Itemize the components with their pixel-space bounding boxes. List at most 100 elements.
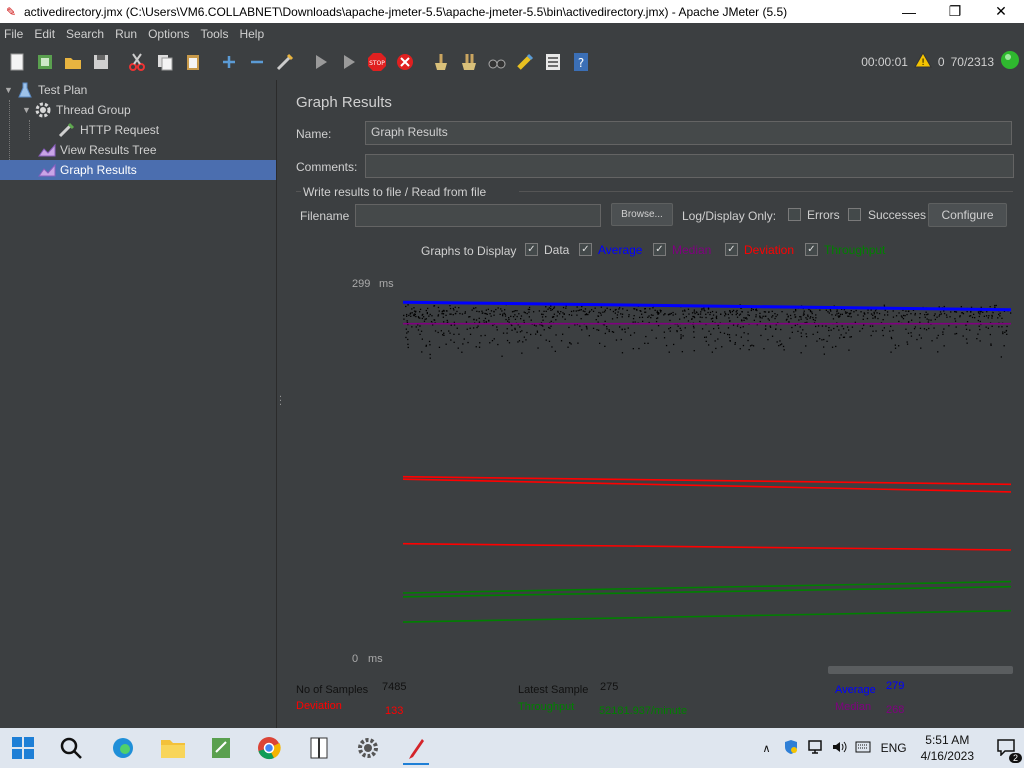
data-point [545,306,547,308]
copy-icon[interactable] [154,51,176,73]
menu-tools[interactable]: Tools [196,27,232,41]
collapse-arrow-icon[interactable]: ▼ [4,85,16,95]
menu-run[interactable]: Run [111,27,141,41]
data-point [808,308,810,311]
help-icon[interactable]: ? [570,51,592,73]
keyboard-icon[interactable] [855,741,871,756]
new-icon[interactable] [6,51,28,73]
settings-icon[interactable] [355,735,381,761]
search-icon[interactable] [486,51,508,73]
data-point [815,314,817,316]
data-point [954,333,956,335]
data-point [424,318,426,320]
comments-field[interactable] [365,154,1014,178]
notifications-icon[interactable]: 2 [996,738,1022,763]
shutdown-icon[interactable] [394,51,416,73]
toggle-icon[interactable] [274,51,296,73]
average-checkbox[interactable]: ✓ [579,243,592,256]
notepad-icon[interactable] [208,735,234,761]
data-point [809,317,811,319]
volume-icon[interactable] [831,739,847,758]
data-point [483,320,485,322]
data-point [540,334,542,336]
menu-file[interactable]: File [0,27,27,41]
data-point [712,314,715,316]
data-point [486,313,488,315]
edge-icon[interactable] [110,735,136,761]
tree-item-view-results-tree[interactable]: View Results Tree [38,140,276,160]
save-icon[interactable] [90,51,112,73]
function-helper-icon[interactable] [542,51,564,73]
collapse-arrow-icon[interactable]: ▼ [22,105,34,115]
data-point [501,310,503,312]
expand-icon[interactable] [218,51,240,73]
configure-button[interactable]: Configure [928,203,1007,227]
data-point [555,334,557,336]
data-point [427,307,429,310]
name-field[interactable]: Graph Results [365,121,1012,145]
menu-help[interactable]: Help [235,27,268,41]
start-no-pauses-icon[interactable] [338,51,360,73]
graph-scrollbar[interactable] [828,666,1013,674]
data-point [842,336,845,338]
data-point [781,311,783,313]
chrome-icon[interactable] [256,735,282,761]
data-point [484,334,486,337]
filename-field[interactable] [355,204,601,227]
data-point [657,312,659,314]
tree-item-thread-group[interactable]: ▼ Thread Group [22,100,276,120]
open-icon[interactable] [62,51,84,73]
throughput-checkbox[interactable]: ✓ [805,243,818,256]
data-point [421,338,423,340]
cut-icon[interactable] [126,51,148,73]
search-icon[interactable] [58,735,84,761]
deviation-checkbox[interactable]: ✓ [725,243,738,256]
data-point [477,325,479,327]
maximize-button[interactable]: ❐ [932,0,978,23]
errors-checkbox[interactable] [788,208,801,221]
data-point [488,319,490,322]
median-checkbox[interactable]: ✓ [653,243,666,256]
start-icon[interactable] [10,735,36,761]
data-point [919,327,922,329]
data-point [729,340,731,342]
jmeter-taskbar-icon[interactable] [403,735,429,765]
clock[interactable]: 5:51 AM 4/16/2023 [921,732,974,764]
menu-options[interactable]: Options [144,27,193,41]
clear-icon[interactable] [430,51,452,73]
warning-icon[interactable]: ! [914,51,932,71]
security-icon[interactable] [783,739,799,758]
close-button[interactable]: ✕ [978,0,1024,23]
language-indicator[interactable]: ENG [881,741,907,755]
file-explorer-icon[interactable] [160,735,186,761]
chevron-up-icon[interactable]: ∧ [763,742,771,755]
data-point [516,310,518,312]
data-point [728,317,730,319]
tree-item-test-plan[interactable]: ▼ Test Plan [4,80,276,100]
stop-icon[interactable]: STOP [366,51,388,73]
network-icon[interactable] [807,739,823,758]
data-checkbox[interactable]: ✓ [525,243,538,256]
clear-all-icon[interactable] [458,51,480,73]
tree-item-graph-results[interactable]: Graph Results [0,160,276,180]
data-point [403,318,405,320]
data-point [985,326,987,328]
paste-icon[interactable] [182,51,204,73]
start-icon[interactable] [310,51,332,73]
browse-button[interactable]: Browse... [611,203,673,226]
data-point [892,329,894,332]
minimize-button[interactable]: — [886,0,932,23]
menu-search[interactable]: Search [62,27,108,41]
data-point [684,327,686,329]
data-point [406,313,408,316]
data-point [977,311,980,313]
data-point [943,345,945,347]
menu-edit[interactable]: Edit [30,27,59,41]
successes-checkbox[interactable] [848,208,861,221]
collapse-icon[interactable] [246,51,268,73]
reader-icon[interactable] [306,735,332,761]
reset-search-icon[interactable] [514,51,536,73]
templates-icon[interactable] [34,51,56,73]
tree-item-http-request[interactable]: HTTP Request [58,120,276,140]
data-point [700,311,702,313]
